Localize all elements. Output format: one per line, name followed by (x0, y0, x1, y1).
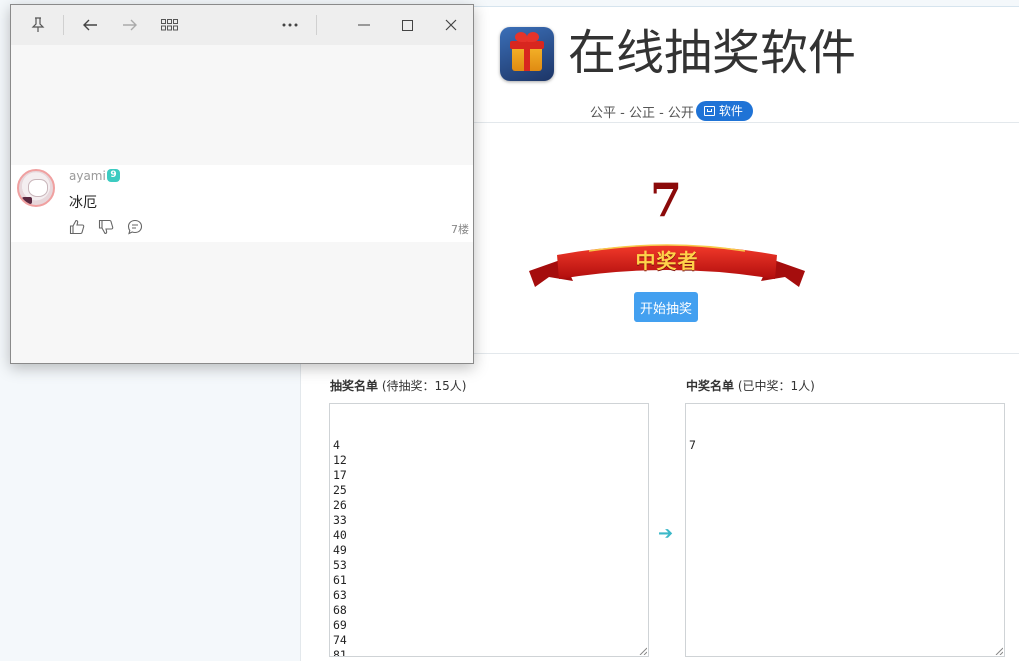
pending-list-textarea[interactable]: 4 12 17 25 26 33 40 49 53 61 63 68 69 74 81 (329, 403, 649, 657)
thumbs-up-icon[interactable] (69, 219, 85, 235)
software-badge-label: 软件 (718, 104, 743, 118)
pending-entry: 53 (333, 558, 347, 572)
pending-entry: 69 (333, 618, 347, 632)
winners-entry: 7 (689, 438, 696, 452)
arrow-right-icon: ➔ (658, 523, 674, 544)
gift-box-icon (500, 27, 554, 81)
start-draw-button[interactable]: 开始抽奖 (634, 292, 698, 322)
pending-entry: 17 (333, 468, 347, 482)
winner-ribbon-label: 中奖者 (635, 249, 699, 273)
subtitle-row: 公平 - 公正 - 公开 软件 (590, 101, 753, 121)
pending-entry: 63 (333, 588, 347, 602)
comment-text: 冰厄 (69, 195, 97, 211)
winners-items: 7 (689, 438, 1001, 453)
pending-entry: 4 (333, 438, 340, 452)
floor-number: 7楼 (451, 223, 469, 236)
page-title: 在线抽奖软件 (568, 25, 857, 81)
pending-list-label: 抽奖名单 (待抽奖：15人) (330, 377, 466, 394)
pending-entry: 49 (333, 543, 347, 557)
pending-entry: 61 (333, 573, 347, 587)
close-icon[interactable] (438, 13, 464, 37)
winners-list-title: 中奖名单 (686, 379, 735, 393)
reply-icon[interactable] (127, 219, 143, 235)
pending-entry: 26 (333, 498, 347, 512)
software-badge[interactable]: 软件 (695, 101, 753, 121)
comment-popup-window: ayami 9 冰厄 7楼 (10, 4, 474, 364)
more-icon[interactable] (277, 13, 303, 37)
resize-grip-icon[interactable] (639, 647, 647, 655)
pending-entry: 12 (333, 453, 347, 467)
resize-grip-icon[interactable] (995, 647, 1003, 655)
pending-entry: 25 (333, 483, 347, 497)
username[interactable]: ayami (69, 169, 106, 183)
avatar[interactable] (17, 169, 55, 207)
subtitle: 公平 - 公正 - 公开 (590, 105, 694, 121)
thumbs-down-icon[interactable] (98, 219, 114, 235)
pin-icon[interactable] (25, 13, 51, 37)
pending-items: 4 12 17 25 26 33 40 49 53 61 63 68 69 74 81 (333, 438, 645, 657)
pending-entry: 33 (333, 513, 347, 527)
software-icon (703, 106, 715, 116)
grid-icon[interactable] (157, 13, 183, 37)
forward-arrow-icon[interactable] (117, 13, 143, 37)
pending-list-status: (待抽奖：15人) (381, 379, 467, 393)
level-badge: 9 (107, 169, 120, 182)
winners-list-status: (已中奖：1人) (737, 379, 815, 393)
pending-entry: 74 (333, 633, 347, 647)
pending-entry: 40 (333, 528, 347, 542)
winners-list-label: 中奖名单 (已中奖：1人) (686, 377, 815, 394)
comment-item: ayami 9 冰厄 7楼 (11, 165, 473, 242)
pending-list-title: 抽奖名单 (330, 379, 379, 393)
pending-entry: 68 (333, 603, 347, 617)
back-arrow-icon[interactable] (77, 13, 103, 37)
minimize-icon[interactable] (351, 13, 377, 37)
pending-entry: 81 (333, 648, 347, 657)
popup-titlebar[interactable] (11, 5, 473, 45)
maximize-icon[interactable] (394, 13, 420, 37)
winners-list-textarea[interactable]: 7 (685, 403, 1005, 657)
